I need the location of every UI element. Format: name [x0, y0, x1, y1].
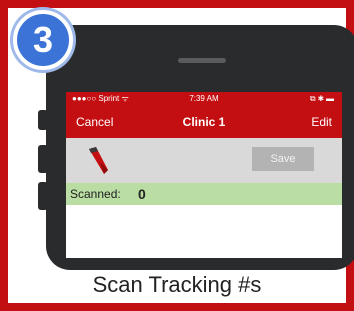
scanned-count: 0 [138, 186, 146, 202]
scan-toolbar: Save [66, 138, 342, 183]
caption: Scan Tracking #s [92, 272, 262, 297]
phone-screen: ●●●○○ Sprint ᯤ 7:39 AM ⧉ ✱ ▬ Cancel Clin… [66, 92, 342, 258]
status-time: 7:39 AM [189, 94, 219, 103]
save-button[interactable]: Save [252, 147, 314, 171]
nav-bar: Cancel Clinic 1 Edit [66, 106, 342, 138]
battery-icon: ⧉ ✱ ▬ [309, 94, 334, 103]
scanned-label: Scanned: [70, 187, 121, 201]
step-number-badge: 3 [13, 10, 73, 70]
phone-speaker [178, 58, 226, 63]
scanned-count-row: Scanned: 0 [66, 183, 342, 205]
status-bar: ●●●○○ Sprint ᯤ 7:39 AM ⧉ ✱ ▬ [66, 92, 342, 106]
barcode-scanner-icon[interactable] [86, 146, 112, 176]
edit-button[interactable]: Edit [311, 106, 332, 138]
page-title: Clinic 1 [182, 115, 226, 129]
